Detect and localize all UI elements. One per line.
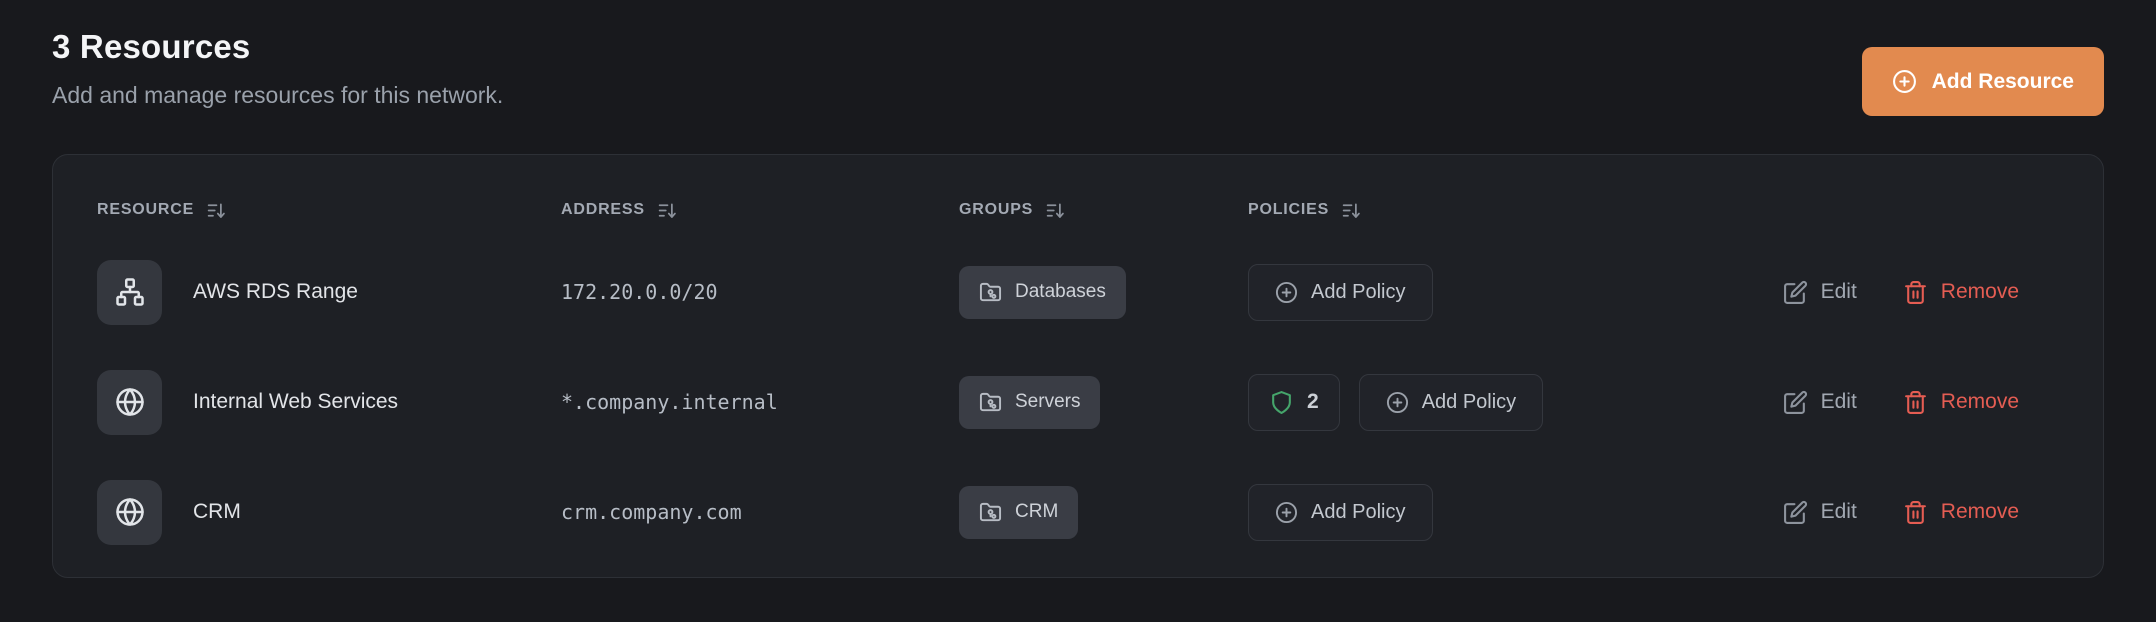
edit-button[interactable]: Edit <box>1783 280 1857 305</box>
page-title: 3 Resources <box>52 28 503 66</box>
resource-name: Internal Web Services <box>193 390 398 414</box>
remove-label: Remove <box>1941 500 2019 524</box>
add-resource-button[interactable]: Add Resource <box>1862 47 2104 116</box>
policies-cell: 2 Add Policy <box>1248 374 1783 431</box>
trash-icon <box>1903 500 1928 525</box>
group-chip-label: Databases <box>1015 281 1106 303</box>
add-policy-label: Add Policy <box>1422 391 1517 414</box>
column-header-policies[interactable]: POLICIES <box>1248 200 1362 221</box>
table-row: AWS RDS Range 172.20.0.0/20 Databases Ad… <box>97 237 2059 347</box>
policy-count: 2 <box>1307 390 1319 414</box>
resource-name: AWS RDS Range <box>193 280 358 304</box>
edit-icon <box>1783 280 1808 305</box>
groups-cell: Databases <box>959 266 1248 319</box>
add-policy-button[interactable]: Add Policy <box>1248 484 1433 541</box>
resource-type-tile <box>97 260 162 325</box>
resource-cell: AWS RDS Range <box>97 260 561 325</box>
plus-circle-icon <box>1892 69 1917 94</box>
trash-icon <box>1903 280 1928 305</box>
add-resource-label: Add Resource <box>1932 70 2074 94</box>
globe-icon <box>115 387 145 417</box>
actions-cell: Edit Remove <box>1783 280 2059 305</box>
page-header-text: 3 Resources Add and manage resources for… <box>52 28 503 109</box>
edit-label: Edit <box>1821 500 1857 524</box>
edit-button[interactable]: Edit <box>1783 500 1857 525</box>
network-icon <box>115 277 145 307</box>
actions-cell: Edit Remove <box>1783 390 2059 415</box>
table-body: AWS RDS Range 172.20.0.0/20 Databases Ad… <box>97 237 2059 567</box>
group-chip[interactable]: CRM <box>959 486 1078 539</box>
folder-git-icon <box>979 281 1002 304</box>
table-row: Internal Web Services *.company.internal… <box>97 347 2059 457</box>
plus-circle-icon <box>1275 501 1298 524</box>
resources-page: 3 Resources Add and manage resources for… <box>0 0 2156 578</box>
groups-cell: Servers <box>959 376 1248 429</box>
sort-icon[interactable] <box>1045 200 1066 221</box>
edit-button[interactable]: Edit <box>1783 390 1857 415</box>
trash-icon <box>1903 390 1928 415</box>
add-policy-button[interactable]: Add Policy <box>1359 374 1544 431</box>
policies-cell: Add Policy <box>1248 264 1783 321</box>
remove-button[interactable]: Remove <box>1903 390 2019 415</box>
policies-cell: Add Policy <box>1248 484 1783 541</box>
remove-label: Remove <box>1941 390 2019 414</box>
resource-name: CRM <box>193 500 241 524</box>
sort-icon[interactable] <box>206 200 227 221</box>
resource-address: *.company.internal <box>561 390 959 414</box>
add-policy-label: Add Policy <box>1311 501 1406 524</box>
edit-label: Edit <box>1821 280 1857 304</box>
groups-cell: CRM <box>959 486 1248 539</box>
page-header: 3 Resources Add and manage resources for… <box>52 28 2104 116</box>
globe-icon <box>115 497 145 527</box>
sort-icon[interactable] <box>1341 200 1362 221</box>
remove-button[interactable]: Remove <box>1903 280 2019 305</box>
column-header-resource[interactable]: RESOURCE <box>97 200 227 221</box>
column-header-groups[interactable]: GROUPS <box>959 200 1066 221</box>
table-header-row: RESOURCE ADDRESS GROUPS POLICIES <box>97 183 2059 237</box>
shield-icon <box>1269 390 1294 415</box>
resource-cell: Internal Web Services <box>97 370 561 435</box>
policy-count-chip[interactable]: 2 <box>1248 374 1340 431</box>
edit-label: Edit <box>1821 390 1857 414</box>
resource-address: 172.20.0.0/20 <box>561 280 959 304</box>
plus-circle-icon <box>1275 281 1298 304</box>
add-policy-button[interactable]: Add Policy <box>1248 264 1433 321</box>
sort-icon[interactable] <box>657 200 678 221</box>
resource-address: crm.company.com <box>561 500 959 524</box>
resources-table: RESOURCE ADDRESS GROUPS POLICIES <box>52 154 2104 578</box>
add-policy-label: Add Policy <box>1311 281 1406 304</box>
edit-icon <box>1783 390 1808 415</box>
resource-cell: CRM <box>97 480 561 545</box>
resource-type-tile <box>97 370 162 435</box>
page-subtitle: Add and manage resources for this networ… <box>52 82 503 109</box>
edit-icon <box>1783 500 1808 525</box>
remove-button[interactable]: Remove <box>1903 500 2019 525</box>
group-chip[interactable]: Databases <box>959 266 1126 319</box>
group-chip-label: Servers <box>1015 391 1080 413</box>
column-header-address[interactable]: ADDRESS <box>561 200 678 221</box>
resource-type-tile <box>97 480 162 545</box>
actions-cell: Edit Remove <box>1783 500 2059 525</box>
group-chip-label: CRM <box>1015 501 1058 523</box>
remove-label: Remove <box>1941 280 2019 304</box>
folder-git-icon <box>979 391 1002 414</box>
plus-circle-icon <box>1386 391 1409 414</box>
table-row: CRM crm.company.com CRM Add Policy Edit … <box>97 457 2059 567</box>
group-chip[interactable]: Servers <box>959 376 1100 429</box>
folder-git-icon <box>979 501 1002 524</box>
